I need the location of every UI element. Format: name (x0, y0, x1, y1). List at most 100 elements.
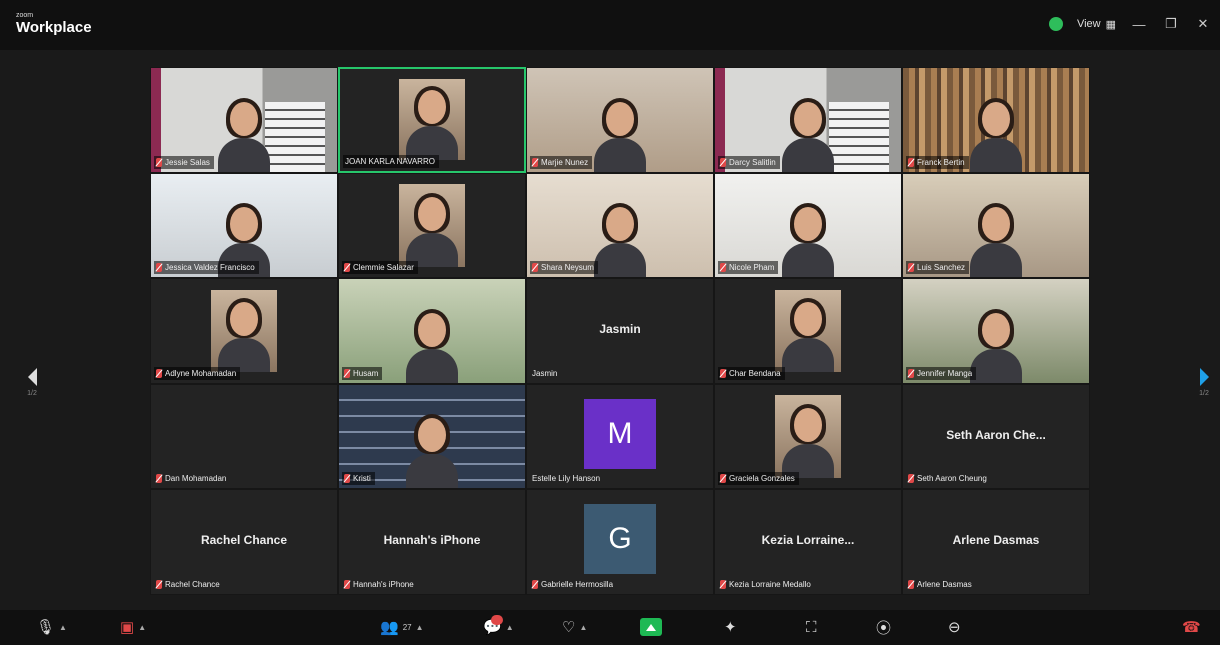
participant-name: Nicole Pham (729, 263, 775, 273)
participant-tile[interactable]: Adlyne Mohamadan (150, 278, 338, 384)
participant-tile[interactable]: Seth Aaron Che... Seth Aaron Cheung (902, 383, 1090, 490)
participant-tile[interactable]: Shara Neysum (526, 172, 714, 279)
mic-muted-icon (720, 157, 726, 167)
participant-figure (404, 412, 460, 489)
chevron-up-icon[interactable]: ▲ (506, 623, 514, 632)
mic-muted-icon (908, 579, 914, 589)
more-button[interactable]: ⊖ (948, 615, 961, 639)
chevron-up-icon[interactable]: ▲ (59, 623, 67, 632)
mic-muted-icon (908, 157, 914, 167)
heart-icon: ♡ (562, 619, 576, 636)
participant-tile[interactable]: G Gabrielle Hermosilla (526, 489, 714, 595)
participant-tile[interactable]: Char Bendana (714, 278, 902, 384)
participant-name: Jennifer Manga (917, 368, 973, 378)
apps-button[interactable]: ⛶ (806, 615, 817, 639)
app-logo: zoom Workplace (16, 12, 92, 35)
record-button[interactable]: ⦿ (876, 615, 891, 639)
participant-avatar: M (584, 398, 656, 469)
participant-tile[interactable]: Franck Bertin (902, 67, 1090, 173)
mic-muted-icon (156, 474, 162, 484)
participant-name-tag: Adlyne Mohamadan (154, 366, 241, 380)
previous-page-button[interactable]: 1/2 (20, 368, 44, 397)
participant-figure (780, 96, 836, 172)
participant-display-name: Seth Aaron Che... (946, 427, 1046, 442)
participant-tile[interactable]: Kezia Lorraine... Kezia Lorraine Medallo (714, 489, 902, 595)
participant-tile[interactable]: Marjie Nunez (526, 67, 714, 173)
participant-name: Kristi (353, 474, 371, 484)
video-button[interactable]: ▣ ▲ (120, 615, 146, 639)
mic-muted-icon (532, 579, 538, 589)
participant-name: Shara Neysum (541, 263, 594, 273)
participant-tile[interactable]: Jennifer Manga (902, 278, 1090, 384)
participant-tile[interactable]: Darcy Salitlin (714, 67, 902, 173)
participant-name-tag: Marjie Nunez (530, 155, 593, 169)
security-shield-icon[interactable] (1048, 17, 1063, 31)
mic-muted-icon (720, 263, 726, 273)
participant-figure (592, 201, 648, 278)
participant-display-name: Hannah's iPhone (383, 533, 481, 548)
chevron-up-icon[interactable]: ▲ (416, 623, 424, 632)
view-button[interactable]: View ▦ (1077, 18, 1116, 31)
participant-name: Luis Sanchez (917, 263, 966, 273)
chat-button[interactable]: 💬 ▲ (483, 615, 514, 639)
participant-name-tag: Darcy Salitlin (718, 155, 780, 169)
participant-tile[interactable]: Rachel Chance Rachel Chance (150, 489, 338, 595)
mic-muted-icon (908, 474, 914, 484)
share-screen-button[interactable] (640, 615, 662, 639)
leave-icon: ☎ (1182, 619, 1201, 636)
participant-name-tag: Nicole Pham (718, 261, 779, 275)
ai-companion-button[interactable]: ✦ (724, 615, 737, 639)
participant-tile[interactable]: Nicole Pham (714, 172, 902, 279)
participant-name: Adlyne Mohamadan (165, 368, 237, 378)
participant-tile[interactable]: M Estelle Lily Hanson (526, 383, 714, 490)
participant-name-tag: JOAN KARLA NAVARRO (343, 154, 439, 168)
meeting-toolbar: 🎙 ▲ ▣ ▲ 👥 27 ▲ 💬 ▲ ♡ ▲ ✦ ⛶ ⦿ ⊖ ☎ (0, 610, 1220, 645)
next-page-button[interactable]: 1/2 (1192, 368, 1216, 397)
participant-name: Dan Mohamadan (165, 474, 227, 484)
participant-tile[interactable]: Jasmin Jasmin (526, 278, 714, 384)
participant-name-tag: Arlene Dasmas (906, 578, 976, 591)
participant-tile[interactable]: Jessica Valdez Francisco (150, 172, 338, 279)
participant-tile[interactable]: JOAN KARLA NAVARRO (338, 67, 526, 173)
arrow-right-icon (1199, 368, 1209, 386)
leave-button[interactable]: ☎ (1182, 615, 1201, 639)
mic-muted-icon (908, 263, 914, 273)
reactions-button[interactable]: ♡ ▲ (562, 615, 587, 639)
apps-icon: ⛶ (806, 618, 817, 636)
participant-name-tag: Franck Bertin (906, 155, 969, 169)
participant-name-tag: Graciela Gonzales (718, 472, 799, 486)
chevron-up-icon[interactable]: ▲ (138, 623, 146, 632)
mic-muted-icon (532, 263, 538, 273)
participant-name-tag: Seth Aaron Cheung (906, 472, 991, 485)
video-off-icon: ▣ (120, 619, 135, 636)
participant-tile[interactable]: Hannah's iPhone Hannah's iPhone (338, 489, 526, 595)
mic-muted-icon (344, 579, 350, 589)
minimize-button[interactable]: — (1130, 17, 1148, 32)
chevron-up-icon[interactable]: ▲ (579, 623, 587, 632)
title-bar: zoom Workplace View ▦ — ❐ ✕ (0, 0, 1220, 50)
mic-muted-icon (344, 474, 350, 484)
participant-tile[interactable]: Husam (338, 278, 526, 384)
more-icon: ⊖ (948, 619, 961, 636)
brand-small: zoom (16, 12, 34, 19)
participant-tile[interactable]: Kristi (338, 383, 526, 490)
participant-tile[interactable]: Dan Mohamadan (150, 383, 338, 490)
participant-name-tag: Luis Sanchez (906, 261, 970, 275)
close-button[interactable]: ✕ (1194, 16, 1212, 32)
participant-name-tag: Rachel Chance (154, 578, 224, 591)
participant-figure (968, 201, 1024, 278)
gallery-grid: Jessie Salas JOAN KARLA NAVARRO Marjie Nun… (150, 67, 1090, 595)
participants-button[interactable]: 👥 27 ▲ (380, 615, 424, 639)
participant-tile[interactable]: Luis Sanchez (902, 172, 1090, 279)
chat-notification-badge (491, 615, 503, 625)
participant-tile[interactable]: Graciela Gonzales (714, 383, 902, 490)
participant-tile[interactable]: Jessie Salas (150, 67, 338, 173)
participant-name: Darcy Salitlin (729, 157, 776, 167)
participant-tile[interactable]: Arlene Dasmas Arlene Dasmas (902, 489, 1090, 595)
mic-muted-icon (720, 368, 726, 378)
participant-name: Husam (353, 368, 379, 378)
participant-name-tag: Dan Mohamadan (154, 472, 230, 485)
maximize-button[interactable]: ❐ (1162, 16, 1180, 32)
audio-button[interactable]: 🎙 ▲ (36, 615, 67, 639)
participant-tile[interactable]: Clemmie Salazar (338, 172, 526, 279)
